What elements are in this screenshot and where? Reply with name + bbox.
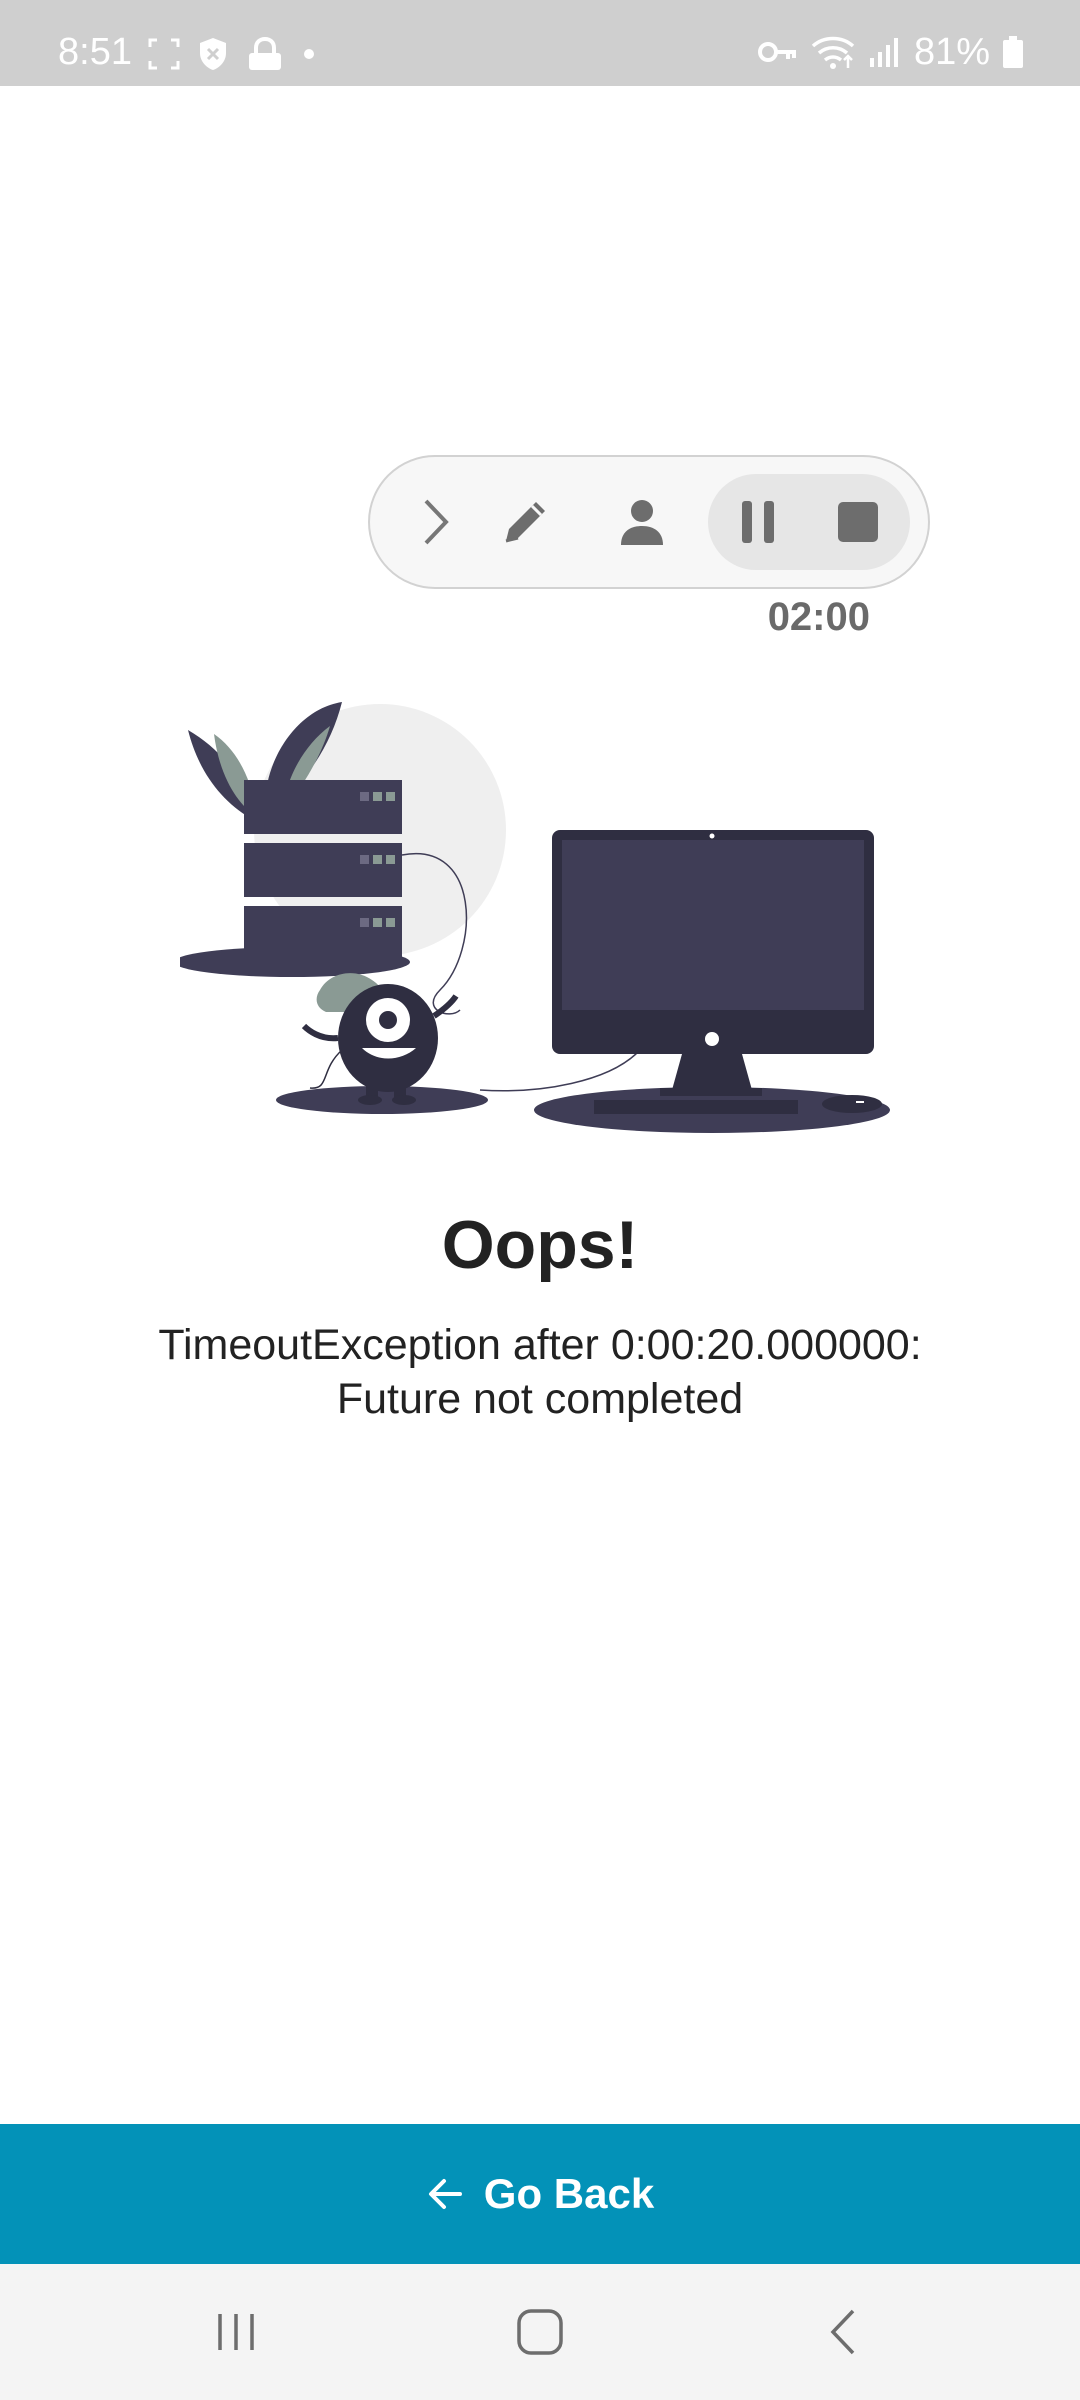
recording-controls — [708, 474, 910, 570]
error-message: TimeoutException after 0:00:20.000000: F… — [158, 1321, 922, 1423]
recent-apps-button[interactable] — [176, 2264, 296, 2400]
home-icon — [517, 2309, 563, 2355]
status-time: 8:51 — [58, 31, 132, 73]
wifi-icon — [811, 36, 855, 69]
key-icon — [757, 42, 796, 62]
draw-button[interactable] — [475, 457, 575, 587]
person-icon — [621, 500, 663, 545]
screenshot-icon — [148, 38, 180, 70]
home-button[interactable] — [480, 2264, 600, 2400]
screen-recorder-toolbar — [368, 455, 930, 589]
pause-icon — [742, 501, 774, 543]
server-down-illustration — [180, 702, 890, 1133]
status-left-icons — [148, 36, 316, 72]
lock-icon — [249, 37, 281, 70]
go-back-button[interactable]: Go Back — [0, 2124, 1080, 2264]
recent-apps-icon — [218, 2314, 254, 2350]
back-button[interactable] — [782, 2264, 902, 2400]
dot-icon — [304, 49, 314, 59]
chevron-right-icon — [424, 499, 449, 545]
front-camera-button[interactable] — [592, 457, 692, 587]
system-navigation-bar — [0, 2264, 1080, 2400]
battery-level: 81% — [913, 31, 990, 73]
signal-icon — [869, 38, 898, 67]
arrow-left-icon — [428, 2179, 462, 2209]
recording-timer: 02:00 — [767, 595, 870, 639]
battery-icon — [1003, 36, 1023, 68]
error-title: Oops! — [441, 1207, 639, 1283]
app-screen: 8:51 81% 02:00 Oops! TimeoutException af… — [0, 0, 1080, 2400]
pause-recording-button[interactable] — [708, 474, 808, 570]
collapse-toolbar-button[interactable] — [400, 457, 470, 587]
back-icon — [830, 2309, 855, 2355]
stop-icon — [838, 502, 878, 542]
pencil-icon — [505, 502, 545, 543]
shield-icon — [200, 38, 226, 70]
stop-recording-button[interactable] — [808, 474, 908, 570]
go-back-label: Go Back — [483, 2170, 655, 2217]
status-right: 81% — [757, 30, 1024, 74]
status-bar: 8:51 81% — [0, 0, 1080, 86]
